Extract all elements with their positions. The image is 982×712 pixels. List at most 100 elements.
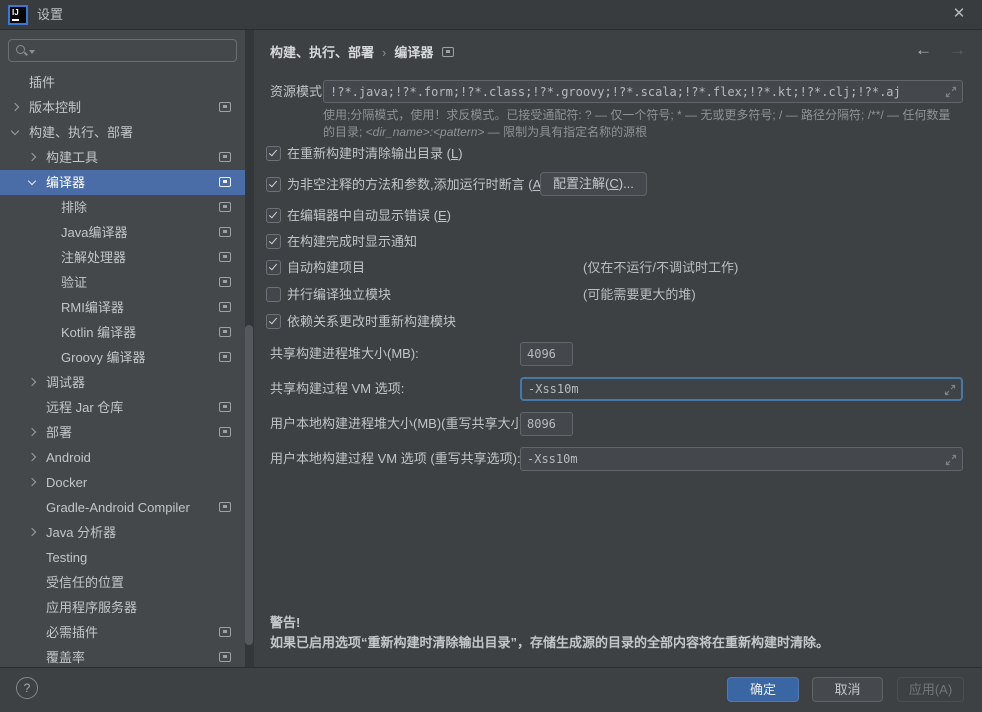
sidebar-item-remote-jar-repositories[interactable]: 远程 Jar 仓库 xyxy=(0,395,245,420)
back-arrow-icon[interactable]: ← xyxy=(915,40,932,59)
chevron-right-icon[interactable] xyxy=(28,153,36,161)
user-vm-options-input[interactable] xyxy=(527,448,902,470)
sidebar-item-kotlin-compiler[interactable]: Kotlin 编译器 xyxy=(0,320,245,345)
checkbox[interactable] xyxy=(266,208,281,223)
forward-arrow-icon: → xyxy=(949,40,966,59)
sidebar-item-java-profiler[interactable]: Java 分析器 xyxy=(0,520,245,545)
checkbox[interactable] xyxy=(266,234,281,249)
checkbox-label: 在构建完成时显示通知 xyxy=(287,231,417,252)
sidebar-item-compiler[interactable]: 编译器 xyxy=(0,170,245,195)
configure-annotations-button[interactable]: 配置注解(C)... xyxy=(540,172,647,196)
monitor-icon xyxy=(442,47,454,57)
sidebar-item-validation[interactable]: 验证 xyxy=(0,270,245,295)
search-box[interactable] xyxy=(8,39,237,62)
sidebar-scrollbar-thumb[interactable] xyxy=(245,325,253,645)
sidebar-item-application-servers[interactable]: 应用程序服务器 xyxy=(0,595,245,620)
sidebar-item-android[interactable]: Android xyxy=(0,445,245,470)
resource-patterns-input[interactable] xyxy=(330,81,930,102)
monitor-icon xyxy=(219,177,231,187)
expand-field-icon[interactable] xyxy=(945,86,957,98)
resource-patterns-field[interactable] xyxy=(323,80,963,103)
sidebar-scrollbar-track[interactable] xyxy=(245,30,254,667)
shared-vm-options-field[interactable] xyxy=(520,377,963,401)
shared-vm-options-input[interactable] xyxy=(528,379,901,399)
monitor-icon xyxy=(219,152,231,162)
expand-field-icon[interactable] xyxy=(944,384,956,396)
shared-heap-size-input[interactable] xyxy=(527,343,570,365)
sidebar-item-required-plugins[interactable]: 必需插件 xyxy=(0,620,245,645)
close-icon[interactable]: ✕ xyxy=(944,0,974,30)
breadcrumb-compiler: 编译器 xyxy=(394,45,433,60)
shared-heap-size-field[interactable] xyxy=(520,342,573,366)
chevron-right-icon[interactable] xyxy=(28,528,36,536)
sidebar-item-label: 验证 xyxy=(61,270,87,295)
checkbox-label: 自动构建项目 xyxy=(287,257,365,278)
checkbox-comment: (可能需要更大的堆) xyxy=(583,284,696,305)
sidebar-item-build-execution-deployment[interactable]: 构建、执行、部署 xyxy=(0,120,245,145)
sidebar-item-trusted-locations[interactable]: 受信任的位置 xyxy=(0,570,245,595)
user-vm-options-field[interactable] xyxy=(520,447,963,471)
help-icon[interactable]: ? xyxy=(16,677,38,699)
checkbox-row-1: 在重新构建时清除输出目录 (L) xyxy=(266,143,972,164)
chevron-right-icon[interactable] xyxy=(28,478,36,486)
sidebar-item-label: 版本控制 xyxy=(29,95,81,120)
sidebar-item-plugins[interactable]: 插件 xyxy=(0,70,245,95)
monitor-icon xyxy=(219,252,231,262)
sidebar-item-label: 排除 xyxy=(61,195,87,220)
sidebar-item-label: 应用程序服务器 xyxy=(46,595,137,620)
monitor-icon xyxy=(219,627,231,637)
sidebar-item-rmi-compiler[interactable]: RMI编译器 xyxy=(0,295,245,320)
apply-button: 应用(A) xyxy=(897,677,964,702)
sidebar-item-label: Docker xyxy=(46,470,87,495)
sidebar-item-testing[interactable]: Testing xyxy=(0,545,245,570)
chevron-right-icon[interactable] xyxy=(28,428,36,436)
check-mark-icon xyxy=(269,316,277,325)
search-input[interactable] xyxy=(39,40,234,61)
sidebar-item-groovy-compiler[interactable]: Groovy 编译器 xyxy=(0,345,245,370)
search-options-caret-icon[interactable] xyxy=(29,50,35,54)
sidebar-item-build-tools[interactable]: 构建工具 xyxy=(0,145,245,170)
checkbox[interactable] xyxy=(266,260,281,275)
monitor-icon xyxy=(219,402,231,412)
checkbox-row-6: 并行编译独立模块 (可能需要更大的堆) xyxy=(266,284,972,305)
breadcrumb-build-execution-deployment[interactable]: 构建、执行、部署 xyxy=(270,45,374,60)
sidebar-item-excludes[interactable]: 排除 xyxy=(0,195,245,220)
sidebar-item-coverage[interactable]: 覆盖率 xyxy=(0,645,245,667)
sidebar-item-label: 构建、执行、部署 xyxy=(29,120,133,145)
sidebar-item-java-compiler[interactable]: Java编译器 xyxy=(0,220,245,245)
user-vm-options-label: 用户本地构建过程 VM 选项 (重写共享选项): xyxy=(270,447,521,471)
checkbox[interactable] xyxy=(266,146,281,161)
checkbox[interactable] xyxy=(266,287,281,302)
warning-title: 警告! xyxy=(270,613,970,633)
checkbox-row-4: 在构建完成时显示通知 xyxy=(266,231,972,252)
sidebar-item-docker[interactable]: Docker xyxy=(0,470,245,495)
settings-tree: 插件版本控制构建、执行、部署构建工具编译器排除Java编译器注解处理器验证RMI… xyxy=(0,70,254,667)
sidebar-item-gradle-android-compiler[interactable]: Gradle-Android Compiler xyxy=(0,495,245,520)
intellij-logo-icon: IJ xyxy=(8,5,28,25)
shared-heap-size-label: 共享构建进程堆大小(MB): xyxy=(270,342,419,366)
sidebar-item-debugger[interactable]: 调试器 xyxy=(0,370,245,395)
sidebar-item-label: 调试器 xyxy=(46,370,85,395)
sidebar-item-annotation-processors[interactable]: 注解处理器 xyxy=(0,245,245,270)
chevron-right-icon[interactable] xyxy=(28,453,36,461)
sidebar-item-deployment[interactable]: 部署 xyxy=(0,420,245,445)
sidebar-item-label: 覆盖率 xyxy=(46,645,85,667)
user-heap-size-input[interactable] xyxy=(527,413,570,435)
sidebar-item-version-control[interactable]: 版本控制 xyxy=(0,95,245,120)
cancel-button[interactable]: 取消 xyxy=(812,677,883,702)
breadcrumb: 构建、执行、部署›编译器 xyxy=(270,42,454,64)
chevron-down-icon[interactable] xyxy=(28,177,36,185)
ok-button[interactable]: 确定 xyxy=(727,677,799,702)
checkbox-label: 并行编译独立模块 xyxy=(287,284,391,305)
checkbox[interactable] xyxy=(266,177,281,192)
user-heap-size-field[interactable] xyxy=(520,412,573,436)
checkbox[interactable] xyxy=(266,314,281,329)
chevron-right-icon[interactable] xyxy=(28,378,36,386)
chevron-right-icon[interactable] xyxy=(11,103,19,111)
sidebar-item-label: 必需插件 xyxy=(46,620,98,645)
chevron-down-icon[interactable] xyxy=(11,127,19,135)
expand-field-icon[interactable] xyxy=(945,454,957,466)
sidebar-item-label: Testing xyxy=(46,545,87,570)
sidebar-item-label: 远程 Jar 仓库 xyxy=(46,395,123,420)
field-row-user-vm-options: 用户本地构建过程 VM 选项 (重写共享选项): xyxy=(270,447,963,471)
